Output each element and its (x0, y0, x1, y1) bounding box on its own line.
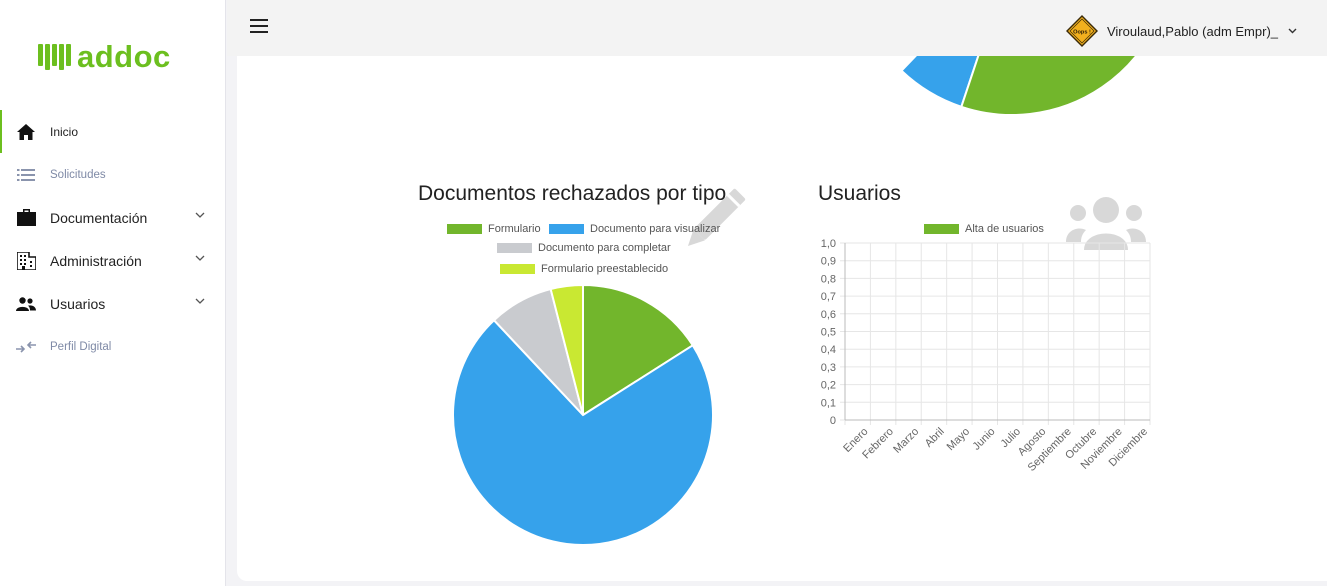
pie-slice[interactable] (960, 0, 1171, 116)
y-tick-label: 0,5 (821, 327, 836, 339)
legend-item[interactable]: Formulario preestablecido (500, 263, 668, 275)
y-tick-label: 0,4 (821, 344, 836, 356)
x-tick-label: Marzo (891, 426, 921, 456)
y-tick-label: 0,8 (821, 273, 836, 285)
legend-item[interactable]: Documento para visualizar (549, 223, 720, 235)
y-tick-label: 0,3 (821, 362, 836, 374)
y-tick-label: 0,7 (821, 291, 836, 303)
x-tick-label: Abril (923, 426, 947, 450)
x-tick-label: Mayo (945, 426, 973, 454)
chart-title-usuarios: Usuarios (818, 182, 901, 205)
y-tick-label: 0,1 (821, 397, 836, 409)
pencil-icon (687, 188, 746, 247)
legend-item[interactable]: Formulario (447, 223, 541, 235)
y-tick-label: 0 (830, 415, 836, 427)
y-tick-label: 0,9 (821, 256, 836, 268)
y-tick-label: 0,2 (821, 380, 836, 392)
y-tick-label: 0,6 (821, 309, 836, 321)
y-tick-label: 1,0 (821, 238, 836, 250)
line-chart-usuarios: 00,10,20,30,40,50,60,70,80,91,0EneroFebr… (821, 238, 1151, 474)
x-tick-label: Junio (971, 426, 998, 453)
pie-chart-documentos (452, 283, 714, 546)
legend-item[interactable]: Documento para completar (497, 242, 671, 254)
